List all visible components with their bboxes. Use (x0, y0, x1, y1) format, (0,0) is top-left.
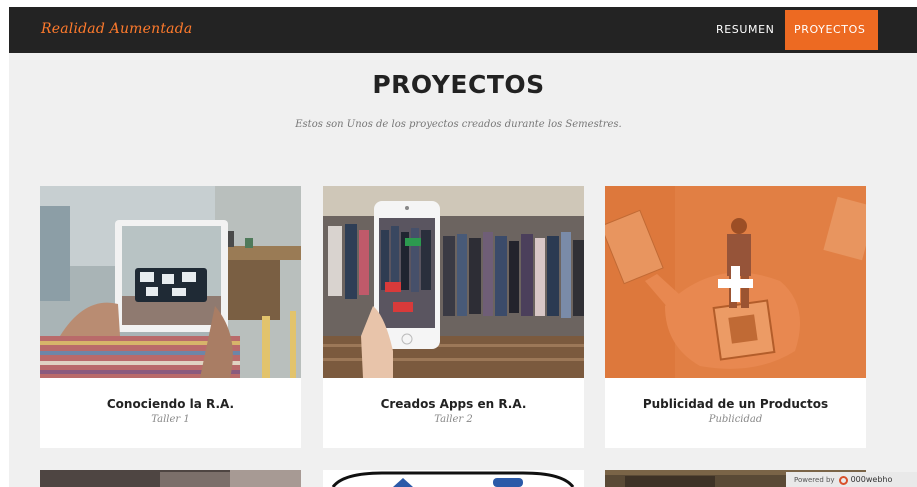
nav-link-resumen[interactable]: RESUMEN (707, 10, 785, 50)
powered-by-label: Powered by (794, 476, 835, 484)
card-category: Taller 1 (151, 414, 190, 425)
portfolio-card[interactable]: Creados Apps en R.A. Taller 2 (323, 186, 584, 448)
section-subtitle: Estos son Unos de los proyectos creados … (295, 119, 622, 130)
powered-by-badge[interactable]: Powered by 000webho (786, 472, 917, 487)
portfolio-card[interactable]: Publicidad de un Productos Publicidad (605, 186, 866, 448)
brand-logo[interactable]: Realidad Aumentada (41, 21, 192, 37)
card-title: Publicidad de un Productos (642, 397, 829, 411)
page-top-edge (0, 0, 917, 7)
card-title: Conociendo la R.A. (106, 397, 235, 411)
host-name: 000webho (850, 475, 893, 484)
nav-link-proyectos[interactable]: PROYECTOS (785, 10, 878, 50)
navbar: Realidad Aumentada RESUMEN PROYECTOS (9, 7, 917, 53)
section-title: PROYECTOS (372, 70, 545, 99)
card-category: Publicidad (708, 414, 763, 425)
phone-clothing-store-photo[interactable] (323, 186, 584, 378)
portfolio-card-next-row[interactable] (40, 470, 301, 487)
ar-business-card-photo[interactable] (605, 186, 866, 378)
portfolio-card[interactable]: Conociendo la R.A. Taller 1 (40, 186, 301, 448)
card-title: Creados Apps en R.A. (380, 397, 527, 411)
tablet-living-room-photo[interactable] (40, 186, 301, 378)
card-category: Taller 2 (434, 414, 473, 425)
portfolio-card-next-row[interactable] (323, 470, 584, 487)
host-logo-icon (838, 475, 848, 485)
